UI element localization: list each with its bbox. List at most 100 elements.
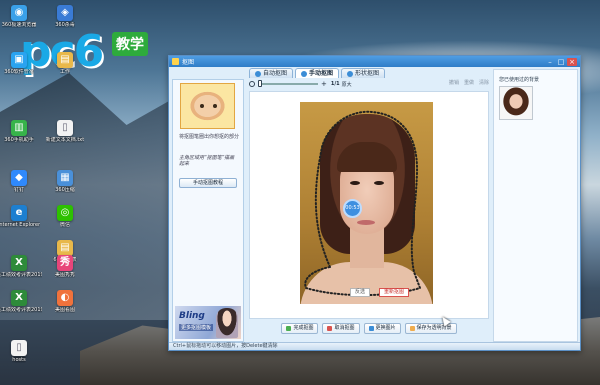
example-eye xyxy=(213,104,217,108)
desktop-icon-label: 员工绩效考评表201906... xyxy=(0,272,42,278)
check-icon xyxy=(286,326,292,331)
desktop-icon[interactable]: ▯ 新建文本文档.txt xyxy=(42,120,88,143)
minimize-icon[interactable]: – xyxy=(545,58,555,66)
edit-canvas[interactable]: 00:53 反选 重新抠图 xyxy=(249,91,489,319)
action-bar: 完成抠图 取消抠图 更换图片 保存为透明背景 xyxy=(249,323,489,335)
desktop-icon[interactable]: ◆ 钉钉 xyxy=(0,170,42,193)
invert-selection-button[interactable]: 反选 xyxy=(350,288,371,297)
desktop-icon-label: 360杀毒 xyxy=(55,22,75,28)
image-icon xyxy=(368,326,374,331)
desktop-icon-label: hosts xyxy=(12,357,26,363)
selection-timer: 00:53 xyxy=(343,199,362,218)
auto-cutout-icon xyxy=(255,70,261,77)
desktop-icon[interactable]: ▣ 360软件管家 xyxy=(0,52,42,75)
cancel-icon xyxy=(327,326,333,331)
change-image-button[interactable]: 更换图片 xyxy=(363,323,401,334)
zoom-slider-knob[interactable] xyxy=(258,80,262,87)
zoom-in-icon[interactable]: + xyxy=(321,80,327,88)
desktop-icon[interactable]: ◎ 微信 xyxy=(42,205,88,228)
desktop-icon-label: 员工绩效考评表201906... xyxy=(0,307,42,313)
right-panel: 您已使用过的背景 xyxy=(493,69,578,342)
redo-tool[interactable]: 重做 xyxy=(464,79,474,86)
manual-tutorial-button[interactable]: 手动抠图教程 xyxy=(179,178,237,188)
desktop-app-icon: ▯ xyxy=(11,340,27,356)
desktop-icon-label: 360手机助手 xyxy=(4,137,34,143)
desktop-icon[interactable]: ▥ 360手机助手 xyxy=(0,120,42,143)
desktop-app-icon: ◆ xyxy=(11,170,27,186)
desktop-icon[interactable]: e Internet Explorer xyxy=(0,205,42,228)
desktop-icon-label: 360压缩 xyxy=(55,187,75,193)
zoom-level: 1/1 xyxy=(330,81,340,87)
portrait-photo[interactable]: 00:53 xyxy=(300,102,433,304)
used-background-thumbnail[interactable] xyxy=(499,86,533,120)
desktop-app-icon: ▯ xyxy=(57,120,73,136)
desktop-app-icon: ▤ xyxy=(57,240,73,256)
manual-cutout-icon xyxy=(301,70,308,77)
desktop-app-icon: 秀 xyxy=(57,255,73,271)
desktop-icon[interactable]: X员工绩效考评表201906... xyxy=(0,290,42,313)
selection-outline[interactable] xyxy=(300,102,433,304)
logo-badge: 教学 xyxy=(112,32,148,56)
desktop-icon[interactable]: 秀美图秀秀 xyxy=(42,255,88,278)
undo-tool[interactable]: 撤销 xyxy=(449,79,459,86)
status-bar: Ctrl+鼠标拖动可以移动图片，按Delete键清除 xyxy=(169,342,580,350)
ad-banner[interactable]: Bling 更多抠图模板 xyxy=(175,306,241,339)
desktop-icon[interactable]: ▤ 工作 xyxy=(42,52,88,75)
cancel-cutout-button[interactable]: 取消抠图 xyxy=(322,323,360,334)
canvas-toolbar: + 1/1 原大 撤销 重做 清除 xyxy=(249,79,489,89)
save-transparent-button[interactable]: 保存为透明背景 xyxy=(404,323,457,334)
action-label: 更换图片 xyxy=(375,325,396,331)
ad-photo xyxy=(216,308,238,338)
desktop-icon-label: 新建文本文档.txt xyxy=(45,137,85,143)
used-backgrounds-title: 您已使用过的背景 xyxy=(499,77,540,83)
desktop-icon-label: 工作 xyxy=(59,69,70,75)
desktop-icon[interactable]: ▯ hosts xyxy=(0,340,42,363)
redo-cutout-button[interactable]: 重新抠图 xyxy=(379,288,410,297)
desktop-icon-label: 360极速浏览器 xyxy=(1,22,37,28)
finish-cutout-button[interactable]: 完成抠图 xyxy=(281,323,319,334)
original-size-button[interactable]: 原大 xyxy=(342,81,352,88)
desktop-app-icon: ◈ xyxy=(57,5,73,21)
desktop-icon-label: 微信 xyxy=(59,222,70,228)
desktop-icon-label: 钉钉 xyxy=(13,187,24,193)
window-titlebar[interactable]: 抠图 – □ × xyxy=(169,56,580,67)
desktop-icon[interactable]: ◉ 360极速浏览器 xyxy=(0,5,42,28)
desktop-app-icon: e xyxy=(11,205,27,221)
desktop-app-icon: ▣ xyxy=(11,52,27,68)
app-icon xyxy=(172,58,179,65)
desktop-icon-label: 美图看图 xyxy=(54,307,75,313)
desktop-icon[interactable]: X员工绩效考评表201906... xyxy=(0,255,42,278)
zoom-icon xyxy=(249,81,255,87)
tab-shape-cutout[interactable]: 形状抠图 xyxy=(341,68,386,78)
hint-illustration-text: 主角区域用“抠图笔”描画起来 xyxy=(179,155,235,167)
desktop-icon[interactable]: ◈ 360杀毒 xyxy=(42,5,88,28)
desktop-icon[interactable]: ▦ 360压缩 xyxy=(42,170,88,193)
close-icon[interactable]: × xyxy=(567,57,577,66)
action-label: 完成抠图 xyxy=(293,325,314,331)
desktop-app-icon: ◎ xyxy=(57,205,73,221)
tab-label: 形状抠图 xyxy=(355,70,380,77)
window-title: 抠图 xyxy=(182,59,195,66)
edit-tools: 撤销 重做 清除 xyxy=(444,79,489,86)
desktop-icon-label: 360软件管家 xyxy=(4,69,34,75)
desktop-icon-label: Internet Explorer xyxy=(0,222,41,228)
desktop-app-icon: ▦ xyxy=(57,170,73,186)
tab-manual-cutout[interactable]: 手动抠图 xyxy=(295,68,340,78)
cutout-window: 抠图 – □ × 自动抠图 手动抠图 形状抠图 将抠图笔圈出你想抠的部分 主角区… xyxy=(168,55,581,351)
left-panel: 将抠图笔圈出你想抠的部分 主角区域用“抠图笔”描画起来 手动抠图教程 Bling… xyxy=(172,79,244,342)
example-photo xyxy=(180,83,235,129)
desktop-icon[interactable]: ◐ 美图看图 xyxy=(42,290,88,313)
shape-cutout-icon xyxy=(347,70,354,77)
desktop-app-icon: X xyxy=(11,290,27,306)
save-icon xyxy=(409,326,415,331)
desktop-app-icon: ◉ xyxy=(11,5,27,21)
desktop-app-icon: X xyxy=(11,255,27,271)
desktop-icon-label: 美图秀秀 xyxy=(54,272,75,278)
tab-auto-cutout[interactable]: 自动抠图 xyxy=(249,68,294,78)
zoom-slider[interactable] xyxy=(258,80,318,87)
ad-subtitle: 更多抠图模板 xyxy=(179,324,214,331)
clear-tool[interactable]: 清除 xyxy=(479,79,489,86)
maximize-icon[interactable]: □ xyxy=(556,58,566,66)
desktop-app-icon: ▥ xyxy=(11,120,27,136)
action-label: 取消抠图 xyxy=(334,325,355,331)
